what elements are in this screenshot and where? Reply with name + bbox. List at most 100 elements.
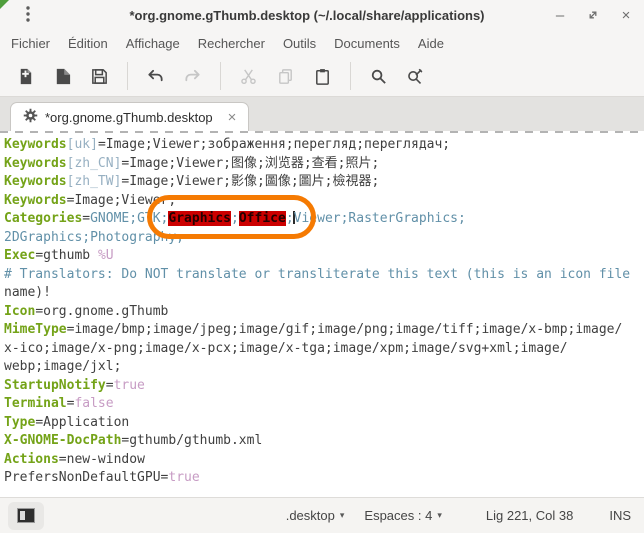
syntax-token: =gthumb/gthumb.xml xyxy=(121,433,262,448)
language-label: .desktop xyxy=(286,508,335,523)
syntax-token: # Translators: Do NOT translate or trans… xyxy=(4,267,630,282)
toolbar xyxy=(0,56,644,97)
syntax-token: webp;image/jxl; xyxy=(4,359,121,374)
syntax-token: [zh_CN] xyxy=(67,156,122,171)
editor-line: Keywords=Image;Viewer; xyxy=(4,192,644,211)
undo-icon xyxy=(146,67,165,86)
syntax-token: false xyxy=(74,396,113,411)
status-bar: .desktop ▾ Espaces : 4 ▾ Lig 221, Col 38… xyxy=(0,497,644,533)
syntax-token: = xyxy=(82,211,90,226)
syntax-token: =Image;Viewer; xyxy=(67,193,177,208)
redo-icon xyxy=(183,67,202,86)
menu-item-documents[interactable]: Documents xyxy=(325,33,409,54)
copy-icon xyxy=(276,67,295,86)
menu-item-outils[interactable]: Outils xyxy=(274,33,325,54)
syntax-token: StartupNotify xyxy=(4,378,106,393)
editor-line: Keywords[zh_CN]=Image;Viewer;图像;浏览器;查看;照… xyxy=(4,155,644,174)
search-button[interactable] xyxy=(361,61,396,91)
syntax-token: MimeType xyxy=(4,322,67,337)
cut-button xyxy=(231,61,266,91)
window-menu-dots-icon[interactable] xyxy=(22,4,34,24)
chevron-down-icon: ▾ xyxy=(437,510,442,521)
syntax-token: name)! xyxy=(4,285,51,300)
editor-line: # Translators: Do NOT translate or trans… xyxy=(4,266,644,285)
syntax-token: Keywords xyxy=(4,193,67,208)
undo-button[interactable] xyxy=(138,61,173,91)
tab-close-icon[interactable]: × xyxy=(228,110,237,125)
chevron-down-icon: ▾ xyxy=(340,510,345,521)
minimize-button[interactable]: – xyxy=(552,7,568,23)
syntax-token: PrefersNonDefaultGPU= xyxy=(4,470,168,485)
syntax-token: 2DGraphics;Photography; xyxy=(4,230,184,245)
syntax-token: %U xyxy=(98,248,114,263)
cut-icon xyxy=(239,67,258,86)
save-icon xyxy=(90,67,109,86)
editor-line: Actions=new-window xyxy=(4,451,644,470)
paste-button[interactable] xyxy=(305,61,340,91)
dashed-separator xyxy=(0,131,644,133)
editor-line: PrefersNonDefaultGPU=true xyxy=(4,469,644,488)
statusbar-right: .desktop ▾ Espaces : 4 ▾ Lig 221, Col 38… xyxy=(286,508,631,523)
title-bar: *org.gnome.gThumb.desktop (~/.local/shar… xyxy=(0,0,644,30)
syntax-token: ; xyxy=(231,211,239,226)
syntax-token: [uk] xyxy=(67,137,98,152)
text-editor-area[interactable]: Keywords[uk]=Image;Viewer;зображення;пер… xyxy=(0,131,644,497)
syntax-token: =Application xyxy=(35,415,129,430)
editor-line: Icon=org.gnome.gThumb xyxy=(4,303,644,322)
syntax-token: Keywords xyxy=(4,156,67,171)
editor-line: Categories=GNOME;GTK;Graphics;Office;Vie… xyxy=(4,210,644,229)
editor-line: Type=Application xyxy=(4,414,644,433)
menu-item-rechercher[interactable]: Rechercher xyxy=(189,33,274,54)
syntax-token: true xyxy=(168,470,199,485)
menu-item-fichier[interactable]: Fichier xyxy=(2,33,59,54)
side-panel-toggle-button[interactable] xyxy=(8,502,44,530)
editor-line: Terminal=false xyxy=(4,395,644,414)
search-icon xyxy=(369,67,388,86)
new-document-icon xyxy=(16,67,35,86)
menu-item-edition[interactable]: Édition xyxy=(59,33,117,54)
tab-width-selector[interactable]: Espaces : 4 ▾ xyxy=(364,508,441,523)
window-controls: – × xyxy=(552,0,634,30)
gear-icon xyxy=(23,108,38,126)
window-title: *org.gnome.gThumb.desktop (~/.local/shar… xyxy=(60,8,554,23)
restore-button[interactable] xyxy=(585,7,601,23)
editor-line: x-ico;image/x-png;image/x-pcx;image/x-tg… xyxy=(4,340,644,359)
new-document-button[interactable] xyxy=(8,61,43,91)
tab-org-gnome-gthumb-desktop[interactable]: *org.gnome.gThumb.desktop × xyxy=(10,102,249,131)
editor-line: Keywords[uk]=Image;Viewer;зображення;пер… xyxy=(4,136,644,155)
redo-button xyxy=(175,61,210,91)
language-selector[interactable]: .desktop ▾ xyxy=(286,508,345,523)
tab-bar: *org.gnome.gThumb.desktop × xyxy=(0,97,644,131)
syntax-token: GNOME;GTK; xyxy=(90,211,168,226)
close-button[interactable]: × xyxy=(618,7,634,23)
menu-item-aide[interactable]: Aide xyxy=(409,33,453,54)
syntax-token: Actions xyxy=(4,452,59,467)
open-document-button[interactable] xyxy=(45,61,80,91)
syntax-token: =Image;Viewer;зображення;перегляд;перегл… xyxy=(98,137,450,152)
syntax-token: X-GNOME-DocPath xyxy=(4,433,121,448)
tab-width-label: Espaces : 4 xyxy=(364,508,432,523)
toolbar-separator xyxy=(127,62,128,90)
syntax-token: Terminal xyxy=(4,396,67,411)
save-button[interactable] xyxy=(82,61,117,91)
search-replace-button[interactable] xyxy=(398,61,433,91)
syntax-token: Icon xyxy=(4,304,35,319)
editor-line: webp;image/jxl; xyxy=(4,358,644,377)
editor-line: Keywords[zh_TW]=Image;Viewer;影像;圖像;圖片;檢視… xyxy=(4,173,644,192)
editor-line: name)! xyxy=(4,284,644,303)
syntax-token: Office xyxy=(239,211,286,226)
syntax-token: =new-window xyxy=(59,452,145,467)
syntax-token: Exec xyxy=(4,248,35,263)
syntax-token: Viewer;RasterGraphics; xyxy=(294,211,466,226)
insert-mode-indicator: INS xyxy=(609,508,631,523)
copy-button xyxy=(268,61,303,91)
editor-line: Exec=gthumb %U xyxy=(4,247,644,266)
toolbar-separator xyxy=(350,62,351,90)
syntax-token: Keywords xyxy=(4,137,67,152)
editor-line: MimeType=image/bmp;image/jpeg;image/gif;… xyxy=(4,321,644,340)
search-replace-icon xyxy=(406,67,425,86)
menu-bar: FichierÉditionAffichageRechercherOutilsD… xyxy=(0,30,644,56)
menu-item-affichage[interactable]: Affichage xyxy=(117,33,189,54)
open-document-icon xyxy=(53,67,72,86)
app-window: { "window": { "title": "*org.gnome.gThum… xyxy=(0,0,644,533)
